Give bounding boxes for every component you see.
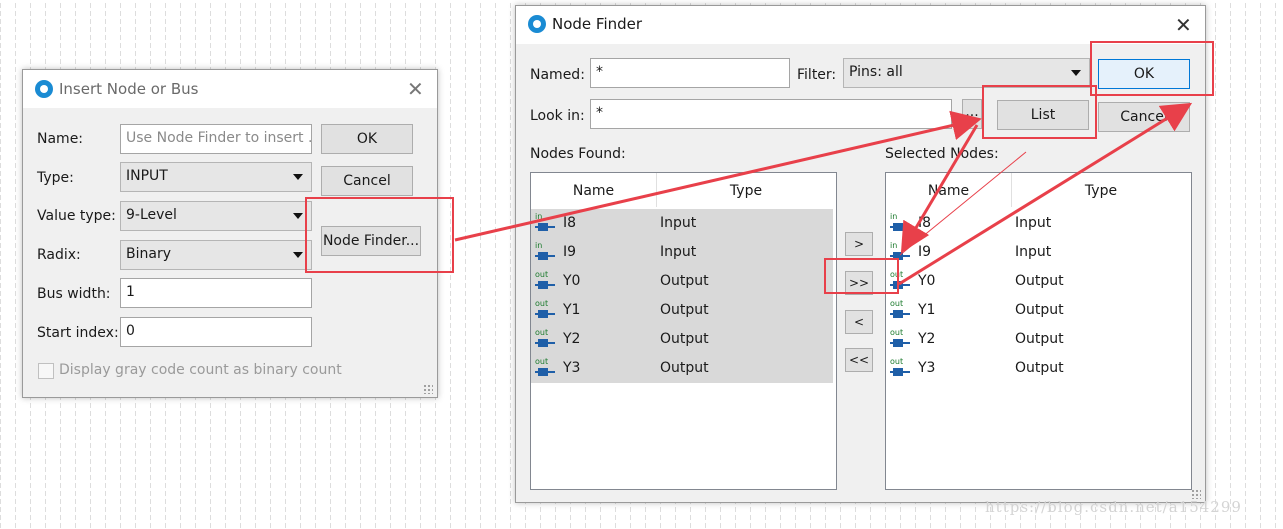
arrow-to-selected	[900, 124, 979, 254]
arrow-to-browse	[454, 110, 982, 242]
watermark: https://blog.csdn.net/a154299	[985, 498, 1242, 516]
arrow-thin	[899, 151, 1027, 256]
annotation-arrows	[454, 102, 1193, 286]
arrow-to-ok	[898, 102, 1193, 286]
